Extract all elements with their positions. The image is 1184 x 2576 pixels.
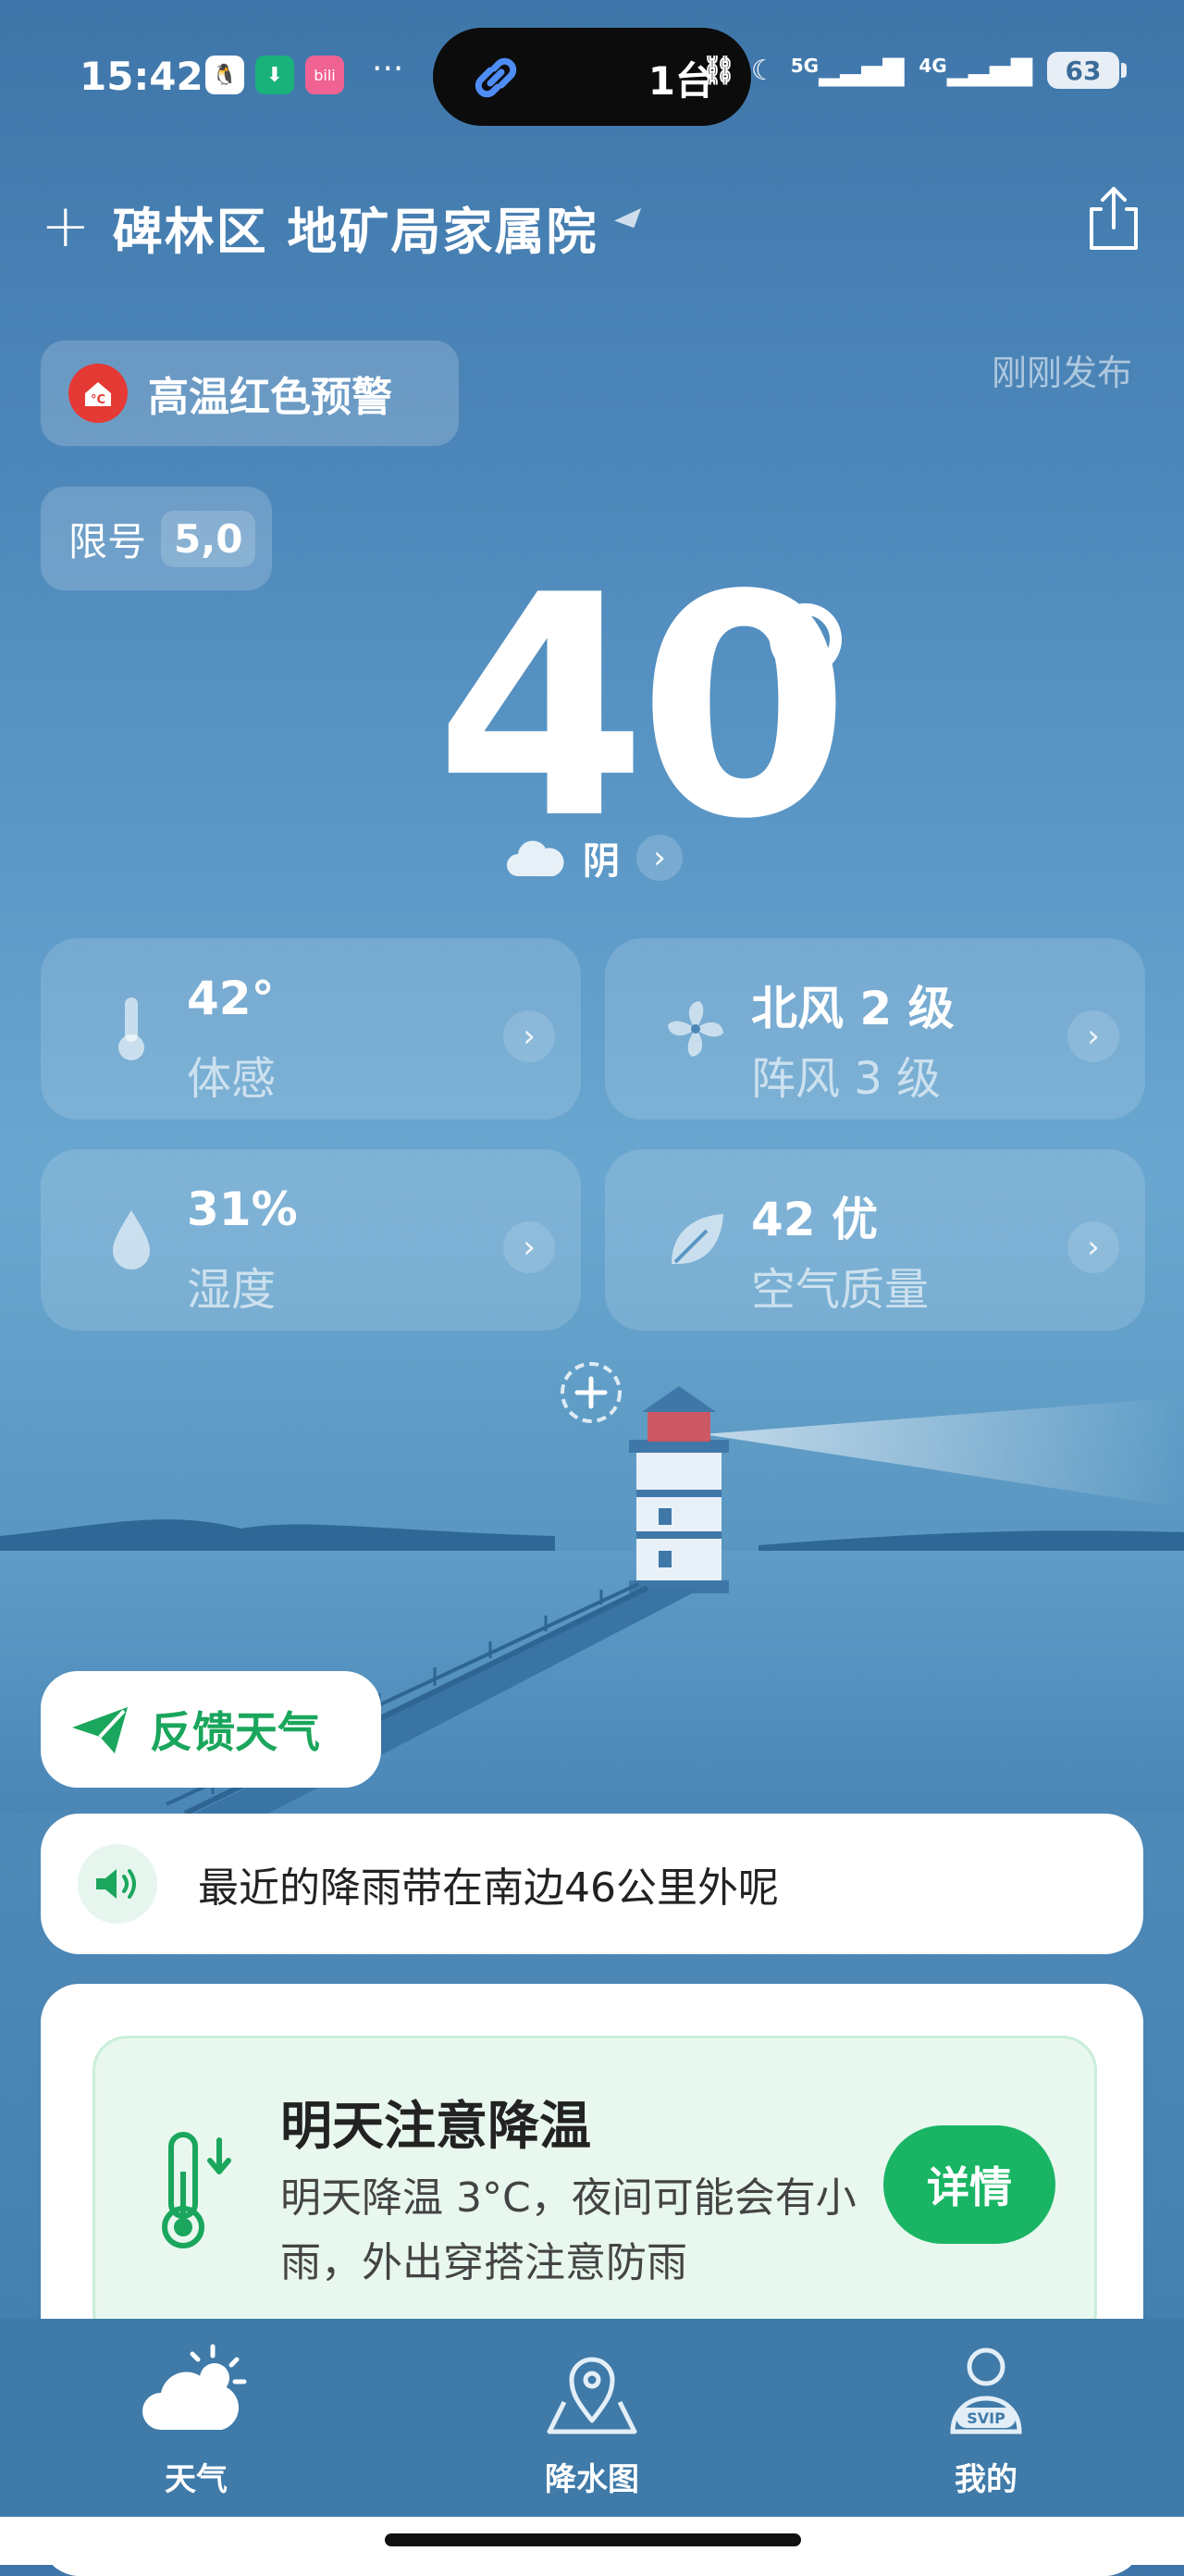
- moon-icon: ☾: [750, 54, 776, 87]
- wind-direction: 北风 2 级: [751, 982, 955, 1035]
- tab-profile-label: 我的: [955, 2461, 1018, 2498]
- qq-icon: 🐧: [205, 56, 244, 94]
- location-name[interactable]: 碑林区 地矿局家属院: [113, 191, 598, 264]
- cooling-alert-card[interactable]: 明天注意降温 明天降温 3°C，夜间可能会有小雨，外出穿搭注意防雨 详情: [92, 2036, 1097, 2347]
- publish-status: 刚刚发布: [991, 353, 1132, 393]
- tab-profile[interactable]: SVIP 我的: [875, 2341, 1097, 2508]
- download-icon: ⬇: [255, 56, 294, 94]
- tab-precipitation-map[interactable]: 降水图: [481, 2341, 703, 2508]
- details-button[interactable]: 详情: [883, 2125, 1055, 2244]
- warning-label: 高温红色预警: [148, 374, 392, 421]
- degree-symbol: [770, 603, 842, 675]
- aqi-value: 42 优: [751, 1193, 878, 1246]
- thermometer-down-icon: [162, 2132, 231, 2248]
- send-icon: [72, 1707, 128, 1753]
- fan-icon: [668, 1001, 723, 1057]
- weather-condition[interactable]: 阴 ›: [505, 831, 683, 885]
- signal-4g: 4G▂▃▅▇: [919, 54, 1032, 87]
- link-status-icon: ⛓: [700, 54, 736, 87]
- humidity-value: 31%: [187, 1183, 298, 1236]
- chevron-right-icon: ›: [503, 1010, 555, 1062]
- current-temperature: 40: [435, 530, 850, 886]
- condition-text: 阴: [583, 840, 620, 883]
- leaf-icon: [672, 1214, 723, 1264]
- status-bar: 15:42 🐧 ⬇ bili ··· 1台 ⛓ ☾ 5G▂▃▅▇ 4G▂▃▅▇ …: [0, 0, 1184, 148]
- chevron-right-icon: ›: [1067, 1221, 1119, 1273]
- wind-gust: 阵风 3 级: [751, 1053, 942, 1105]
- feels-like-value: 42°: [187, 972, 275, 1025]
- aqi-label: 空气质量: [751, 1264, 930, 1316]
- heat-warning-chip[interactable]: °C 高温红色预警: [41, 341, 459, 446]
- system-indicators: ⛓ ☾ 5G▂▃▅▇ 4G▂▃▅▇ 63: [700, 52, 1127, 89]
- map-pin-icon: [547, 2357, 637, 2434]
- feels-like-label: 体感: [187, 1053, 277, 1105]
- wind-card[interactable]: 北风 2 级 阵风 3 级 ›: [605, 938, 1145, 1120]
- share-icon[interactable]: [1084, 185, 1143, 252]
- connection-link-icon: [475, 57, 517, 98]
- home-indicator[interactable]: [385, 2533, 801, 2546]
- tab-weather[interactable]: 天气: [85, 2341, 307, 2508]
- bilibili-icon: bili: [305, 56, 344, 94]
- tab-precipitation-label: 降水图: [545, 2461, 639, 2498]
- alert-title: 明天注意降温: [280, 2097, 591, 2157]
- rain-notice-bar[interactable]: 最近的降雨带在南边46公里外呢: [41, 1814, 1143, 1954]
- alert-body: 明天降温 3°C，夜间可能会有小雨，外出穿搭注意防雨: [280, 2174, 857, 2286]
- notification-icons: 🐧 ⬇ bili: [205, 56, 344, 94]
- signal-5g: 5G▂▃▅▇: [790, 54, 905, 87]
- tab-weather-label: 天气: [165, 2461, 228, 2498]
- battery-icon: 63: [1047, 52, 1127, 89]
- cloud-icon: [507, 840, 564, 876]
- restriction-label: 限号: [68, 518, 147, 564]
- svg-text:°C: °C: [91, 393, 105, 407]
- restriction-value: 5,0: [161, 510, 256, 567]
- location-header: + 碑林区 地矿局家属院: [41, 185, 1143, 268]
- svg-text:SVIP: SVIP: [967, 2409, 1005, 2427]
- rain-notice-text: 最近的降雨带在南边46公里外呢: [198, 1864, 779, 1912]
- thermometer-icon: [118, 997, 144, 1060]
- plate-restriction-chip[interactable]: 限号 5,0: [41, 487, 272, 590]
- feedback-label: 反馈天气: [150, 1707, 320, 1757]
- location-arrow-icon: [614, 207, 648, 235]
- add-city-button[interactable]: +: [41, 197, 91, 256]
- chevron-right-icon: ›: [503, 1221, 555, 1273]
- water-drop-icon: [113, 1210, 150, 1269]
- weather-icon: [142, 2344, 247, 2430]
- status-time: 15:42: [80, 54, 204, 99]
- humidity-card[interactable]: 31% 湿度 ›: [41, 1149, 581, 1331]
- heat-warning-icon: °C: [68, 364, 128, 423]
- feedback-weather-button[interactable]: 反馈天气: [41, 1671, 381, 1788]
- air-quality-card[interactable]: 42 优 空气质量 ›: [605, 1149, 1145, 1331]
- humidity-label: 湿度: [187, 1264, 277, 1316]
- chevron-right-icon: ›: [636, 835, 683, 881]
- feels-like-card[interactable]: 42° 体感 ›: [41, 938, 581, 1120]
- speaker-icon: [78, 1844, 157, 1924]
- more-notifications-icon: ···: [372, 50, 404, 88]
- bottom-nav: 天气 降水图 SVIP 我的: [0, 2319, 1184, 2517]
- chevron-right-icon: ›: [1067, 1010, 1119, 1062]
- svip-user-icon: SVIP: [950, 2347, 1022, 2434]
